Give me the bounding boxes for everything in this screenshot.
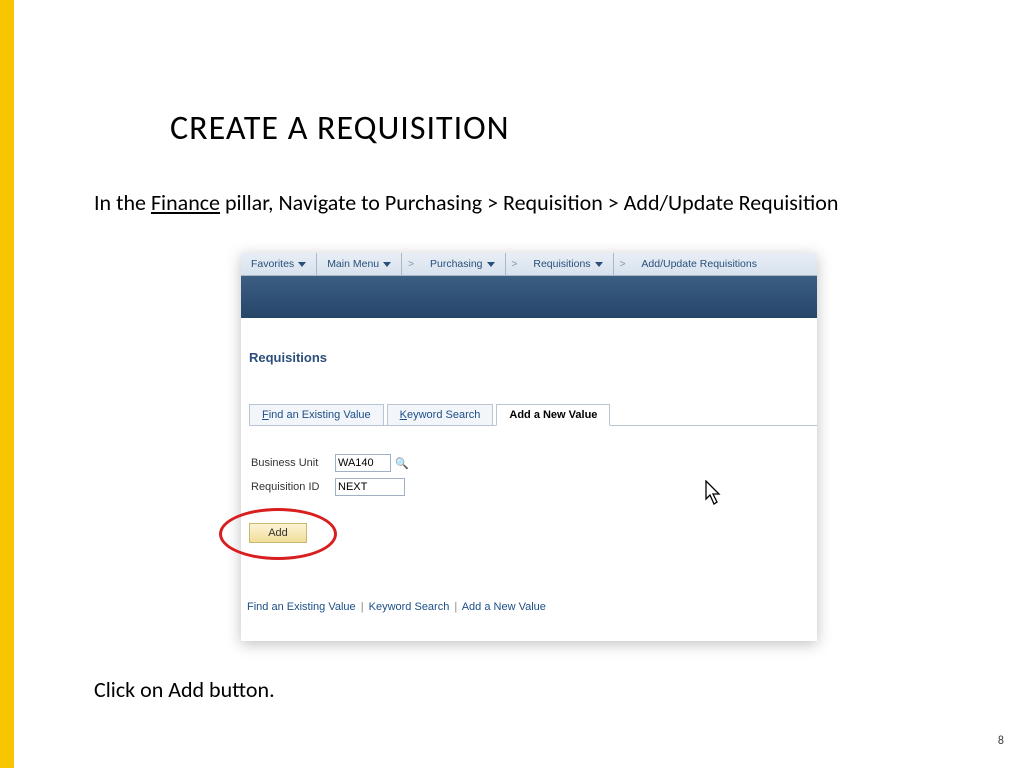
page-number: 8 [998,734,1004,748]
instruction-pillar: Finance [151,189,220,216]
tab-find-accesskey: F [262,409,269,421]
tab-add-label: Add a New Value [509,409,597,421]
crumb-favorites-label: Favorites [251,253,294,275]
page-title: Requisitions [249,350,817,365]
app-screenshot: Favorites Main Menu > Purchasing > Requi… [241,253,817,641]
crumb-favorites[interactable]: Favorites [241,253,317,275]
tab-bar: Find an Existing Value Keyword Search Ad… [249,403,817,426]
tab-keyword-search[interactable]: Keyword Search [387,404,494,425]
lookup-icon[interactable]: 🔍 [395,457,409,470]
add-button[interactable]: Add [249,523,307,543]
link-keyword-search[interactable]: Keyword Search [369,601,450,613]
link-separator: | [454,601,457,613]
slide-bottom-instruction: Click on Add button. [94,676,275,703]
business-unit-field[interactable] [335,454,391,472]
chevron-down-icon [298,262,306,267]
bottom-links: Find an Existing Value | Keyword Search … [247,601,546,613]
crumb-add-update[interactable]: Add/Update Requisitions [631,253,767,275]
tab-keyword-accesskey: K [400,409,407,421]
row-business-unit: Business Unit 🔍 [251,454,817,472]
crumb-separator: > [402,259,420,270]
tab-add-new-value[interactable]: Add a New Value [496,404,610,426]
chevron-down-icon [383,262,391,267]
business-unit-label: Business Unit [251,457,331,469]
breadcrumb-bar: Favorites Main Menu > Purchasing > Requi… [241,253,817,276]
crumb-requisitions[interactable]: Requisitions [523,253,613,275]
link-separator: | [361,601,364,613]
instruction-text-prefix: In the [94,189,151,216]
chevron-down-icon [487,262,495,267]
crumb-requisitions-label: Requisitions [533,253,590,275]
crumb-purchasing[interactable]: Purchasing [420,253,506,275]
slide-title: CREATE A REQUISITION [170,108,510,149]
crumb-purchasing-label: Purchasing [430,253,483,275]
form-area: Business Unit 🔍 Requisition ID [251,454,817,496]
crumb-main-menu[interactable]: Main Menu [317,253,402,275]
row-requisition-id: Requisition ID [251,478,817,496]
add-button-wrap: Add [249,523,307,543]
requisition-id-field[interactable] [335,478,405,496]
slide-instruction: In the Finance pillar, Navigate to Purch… [94,188,854,218]
requisition-id-label: Requisition ID [251,481,331,493]
crumb-add-update-label: Add/Update Requisitions [641,253,757,275]
crumb-separator: > [614,259,632,270]
header-band [241,276,817,318]
crumb-separator: > [506,259,524,270]
tab-keyword-label-rest: eyword Search [407,409,480,421]
tab-find-label-rest: ind an Existing Value [269,409,371,421]
tab-find-existing[interactable]: Find an Existing Value [249,404,384,425]
instruction-text-suffix: pillar, Navigate to Purchasing > Requisi… [220,189,838,216]
link-add-new-value[interactable]: Add a New Value [462,601,546,613]
link-find-existing[interactable]: Find an Existing Value [247,601,356,613]
slide-accent-bar [0,0,14,768]
crumb-main-menu-label: Main Menu [327,253,379,275]
chevron-down-icon [595,262,603,267]
